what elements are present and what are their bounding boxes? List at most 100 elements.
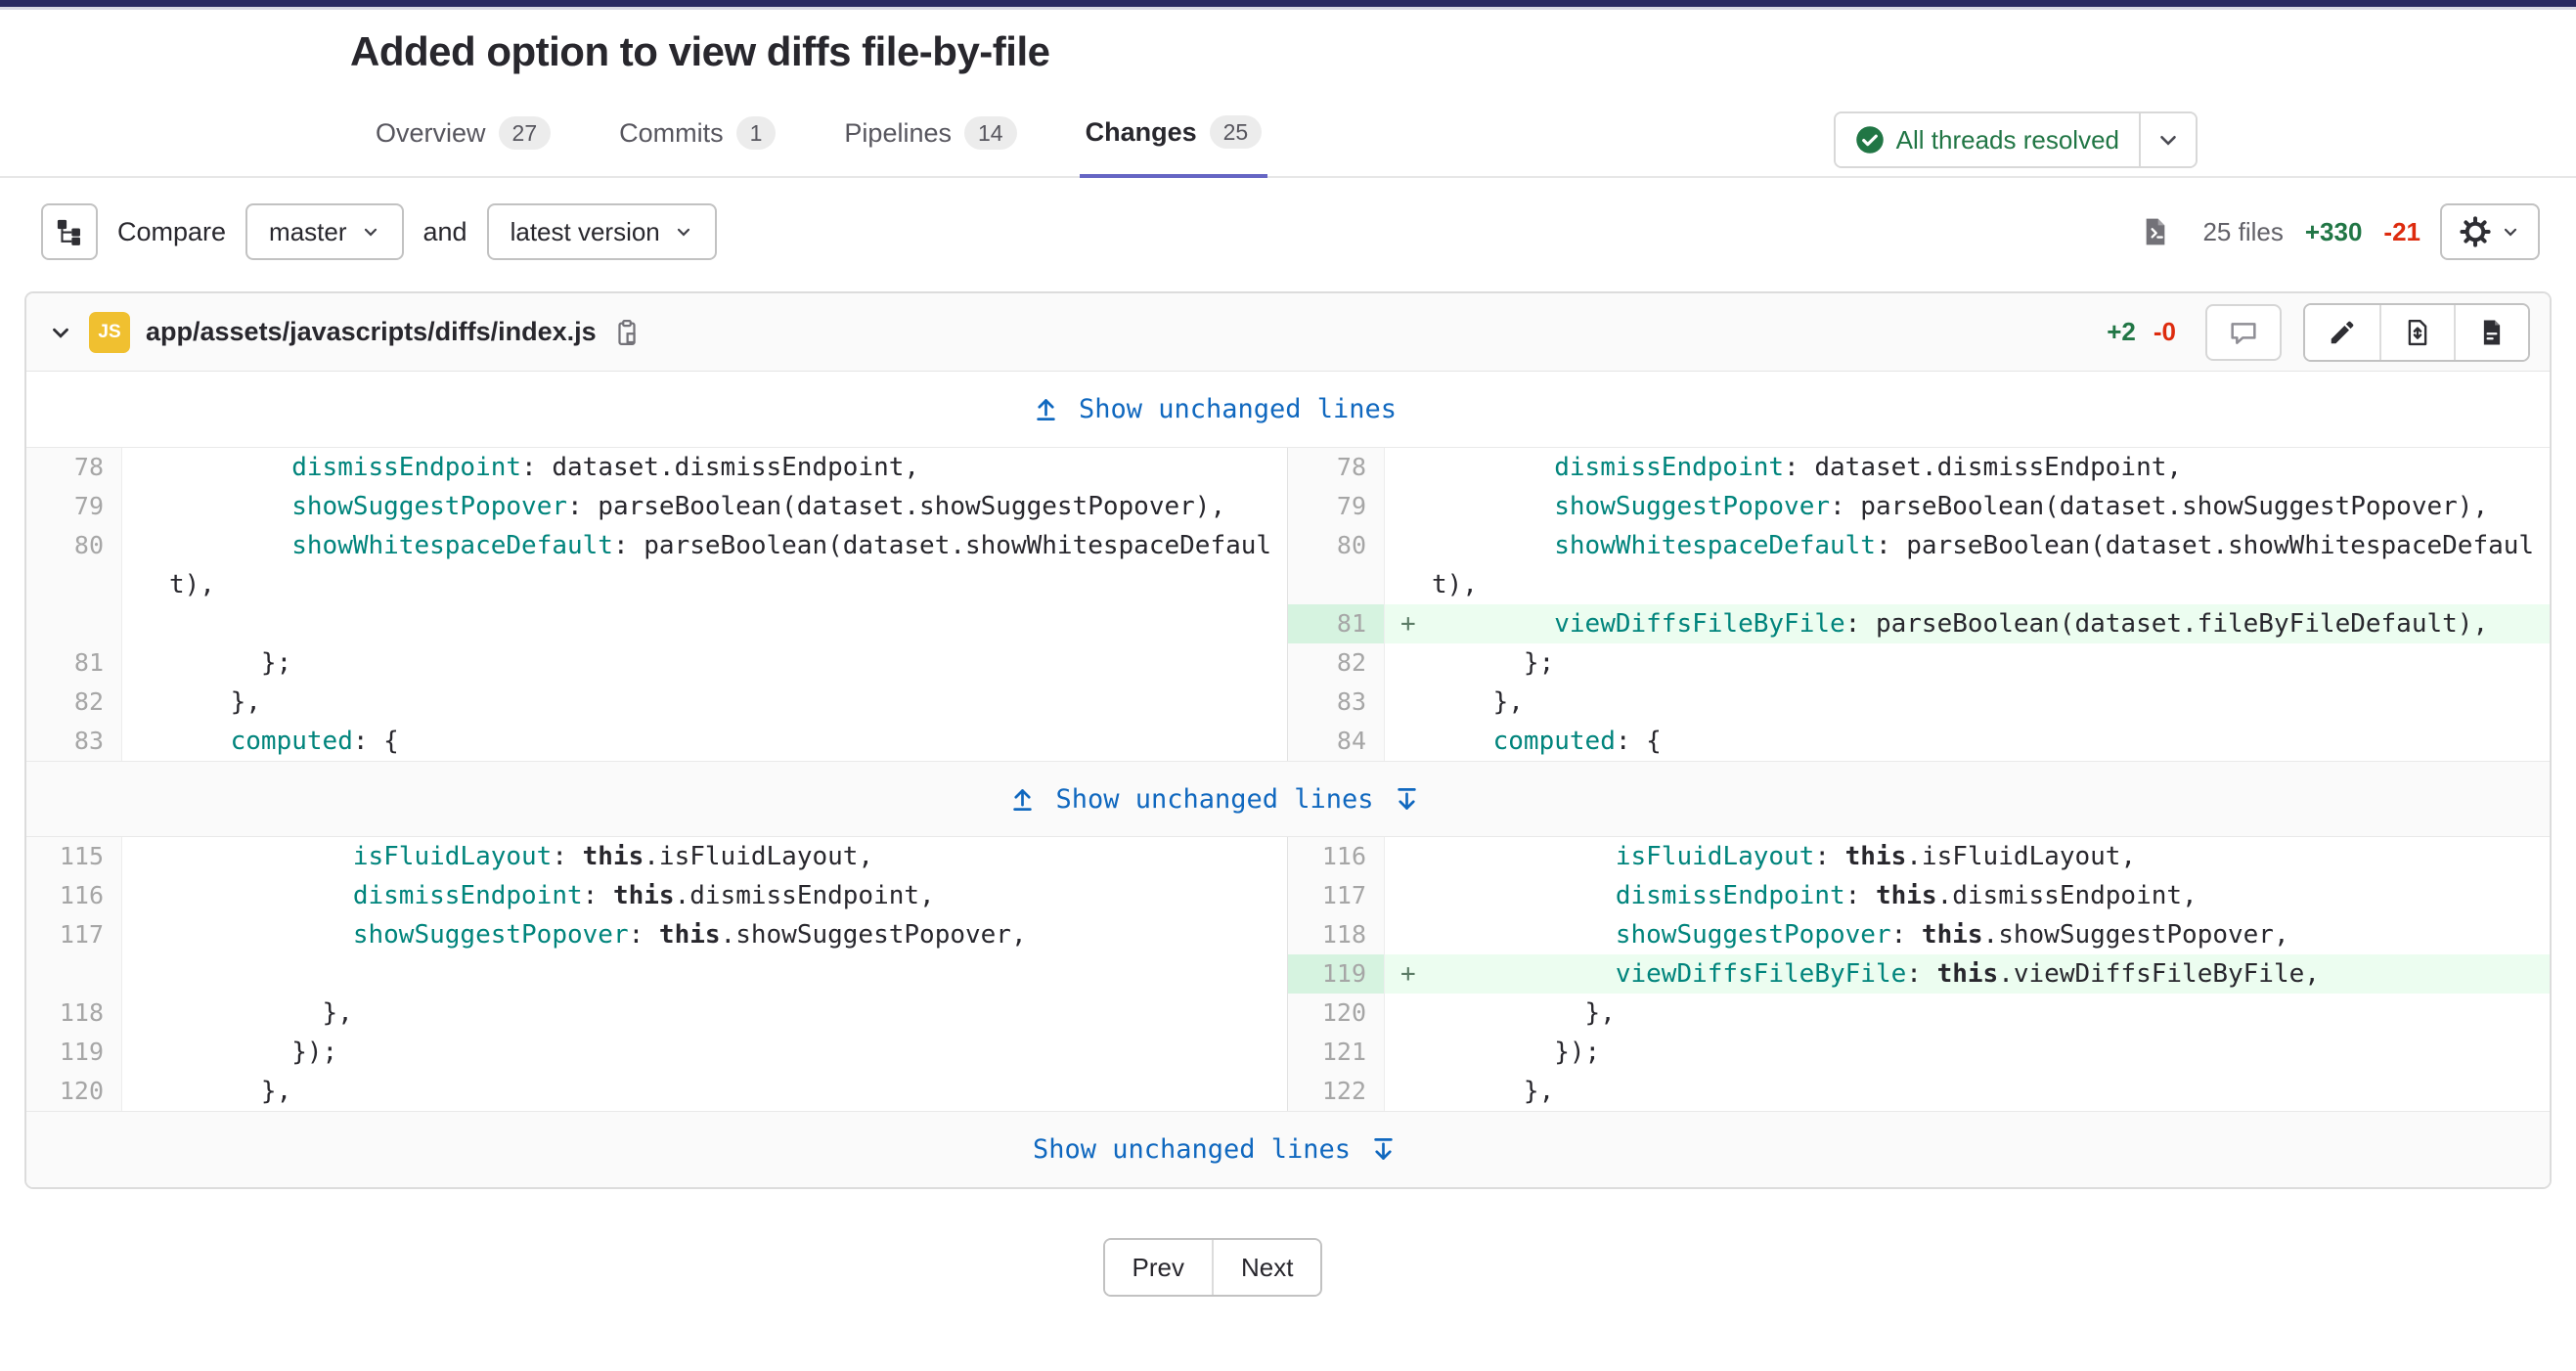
- expand-unchanged-lines[interactable]: Show unchanged lines: [26, 1111, 2550, 1187]
- new-code-line: t),: [1432, 565, 2550, 604]
- chevron-down-icon: [361, 222, 380, 242]
- new-line-number[interactable]: 82: [1287, 643, 1385, 683]
- threads-resolved-button-group: All threads resolved: [1834, 111, 2198, 168]
- collapse-file-chevron-icon[interactable]: [48, 320, 73, 345]
- tab-badge: 25: [1210, 115, 1263, 149]
- new-line-number[interactable]: 84: [1287, 722, 1385, 761]
- view-file-button[interactable]: [2454, 305, 2528, 360]
- diff-file-card: JS app/assets/javascripts/diffs/index.js…: [24, 291, 2552, 1189]
- file-text-icon: [2477, 318, 2507, 347]
- new-line-number[interactable]: 118: [1287, 915, 1385, 954]
- added-line-marker: +: [1400, 604, 1416, 643]
- threads-resolved-label: All threads resolved: [1896, 125, 2119, 155]
- file-versions-icon: [2403, 318, 2432, 347]
- new-line-number[interactable]: 122: [1287, 1072, 1385, 1111]
- expand-unchanged-lines[interactable]: Show unchanged lines: [26, 761, 2550, 837]
- new-line-number[interactable]: 116: [1287, 837, 1385, 876]
- old-line-number[interactable]: 120: [26, 1072, 122, 1111]
- pager-button-group: Prev Next: [1103, 1238, 1323, 1297]
- tab-badge: 14: [964, 116, 1017, 150]
- expand-label[interactable]: Show unchanged lines: [1033, 1134, 1351, 1165]
- diff-stats: 25 files +330 -21: [2140, 216, 2421, 247]
- expand-unchanged-lines[interactable]: Show unchanged lines: [26, 372, 2550, 448]
- file-actions-group: [2303, 303, 2530, 362]
- expand-up-icon[interactable]: [1009, 786, 1036, 813]
- expand-down-icon[interactable]: [1370, 1136, 1397, 1163]
- old-line-number: [26, 954, 122, 994]
- compare-conjunction: and: [423, 217, 467, 247]
- tab-commits[interactable]: Commits 1: [613, 104, 781, 176]
- old-code-line: dismissEndpoint: dataset.dismissEndpoint…: [169, 448, 1287, 487]
- added-line-marker: +: [1400, 954, 1416, 994]
- old-line-number[interactable]: 116: [26, 876, 122, 915]
- new-code-line: showSuggestPopover: this.showSuggestPopo…: [1432, 915, 2550, 954]
- tab-pipelines[interactable]: Pipelines 14: [838, 104, 1022, 176]
- compare-bar: Compare master and latest version 25 fil…: [0, 178, 2576, 284]
- target-version-dropdown[interactable]: latest version: [487, 203, 717, 260]
- new-line-number[interactable]: 80: [1287, 526, 1385, 604]
- file-path[interactable]: app/assets/javascripts/diffs/index.js: [146, 317, 597, 347]
- edit-file-button[interactable]: [2305, 305, 2379, 360]
- files-count: 25 files: [2202, 217, 2283, 247]
- next-file-button[interactable]: Next: [1212, 1240, 1320, 1295]
- old-line-number[interactable]: 118: [26, 994, 122, 1033]
- old-code-empty: [122, 954, 1287, 994]
- prev-file-button[interactable]: Prev: [1105, 1240, 1212, 1295]
- expand-label[interactable]: Show unchanged lines: [1079, 394, 1397, 424]
- new-line-number[interactable]: 117: [1287, 876, 1385, 915]
- new-line-number[interactable]: 78: [1287, 448, 1385, 487]
- old-line-number[interactable]: 82: [26, 683, 122, 722]
- all-threads-resolved-button[interactable]: All threads resolved: [1836, 113, 2139, 166]
- copy-path-clipboard-icon[interactable]: [612, 318, 642, 347]
- new-line-number[interactable]: 121: [1287, 1033, 1385, 1072]
- toggle-comments-button[interactable]: [2205, 304, 2282, 361]
- expand-label[interactable]: Show unchanged lines: [1055, 784, 1373, 815]
- diff-settings-button[interactable]: [2440, 203, 2540, 260]
- new-code-line: },: [1432, 994, 2550, 1033]
- old-code-line: showSuggestPopover: this.showSuggestPopo…: [169, 915, 1287, 954]
- expand-up-icon[interactable]: [1033, 396, 1059, 422]
- old-line-number[interactable]: 78: [26, 448, 122, 487]
- old-line-number[interactable]: 81: [26, 643, 122, 683]
- file-tree-toggle-button[interactable]: [41, 203, 98, 260]
- gear-icon: [2460, 216, 2491, 247]
- new-code-line: };: [1432, 643, 2550, 683]
- old-code-line: });: [169, 1033, 1287, 1072]
- check-circle-icon: [1855, 125, 1885, 155]
- new-line-number[interactable]: 83: [1287, 683, 1385, 722]
- old-line-number[interactable]: 83: [26, 722, 122, 761]
- new-line-number[interactable]: 119: [1287, 954, 1385, 994]
- new-line-number[interactable]: 120: [1287, 994, 1385, 1033]
- new-code-line: });: [1432, 1033, 2550, 1072]
- old-line-number[interactable]: 79: [26, 487, 122, 526]
- new-code-line: dismissEndpoint: this.dismissEndpoint,: [1432, 876, 2550, 915]
- old-line-number[interactable]: 119: [26, 1033, 122, 1072]
- old-line-number[interactable]: 80: [26, 526, 122, 604]
- expand-down-icon[interactable]: [1394, 786, 1420, 813]
- old-line-number[interactable]: 117: [26, 915, 122, 954]
- tab-overview[interactable]: Overview 27: [370, 104, 556, 176]
- old-code-line: dismissEndpoint: this.dismissEndpoint,: [169, 876, 1287, 915]
- old-line-number[interactable]: 115: [26, 837, 122, 876]
- old-code-line: showWhitespaceDefault: parseBoolean(data…: [169, 526, 1287, 565]
- threads-dropdown-button[interactable]: [2139, 113, 2196, 166]
- file-additions: +2: [2107, 317, 2136, 347]
- additions-count: +330: [2305, 217, 2363, 247]
- file-stats: +2 -0: [2107, 317, 2176, 347]
- new-line-number[interactable]: 79: [1287, 487, 1385, 526]
- old-code-empty: [122, 604, 1287, 643]
- deletions-count: -21: [2383, 217, 2421, 247]
- mr-tabs: Overview 27 Commits 1 Pipelines 14 Chang…: [370, 104, 1267, 176]
- new-line-number[interactable]: 81: [1287, 604, 1385, 643]
- compare-file-versions-button[interactable]: [2379, 305, 2454, 360]
- new-code-line: + viewDiffsFileByFile: this.viewDiffsFil…: [1432, 954, 2550, 994]
- new-code-line: showWhitespaceDefault: parseBoolean(data…: [1432, 526, 2550, 565]
- old-code-line: },: [169, 1072, 1287, 1111]
- tab-label: Changes: [1086, 117, 1197, 148]
- tab-changes[interactable]: Changes 25: [1080, 104, 1268, 178]
- old-code-line: },: [169, 683, 1287, 722]
- new-code-line: showSuggestPopover: parseBoolean(dataset…: [1432, 487, 2550, 526]
- source-branch-dropdown[interactable]: master: [245, 203, 403, 260]
- tab-badge: 27: [499, 116, 552, 150]
- old-code-line: computed: {: [169, 722, 1287, 761]
